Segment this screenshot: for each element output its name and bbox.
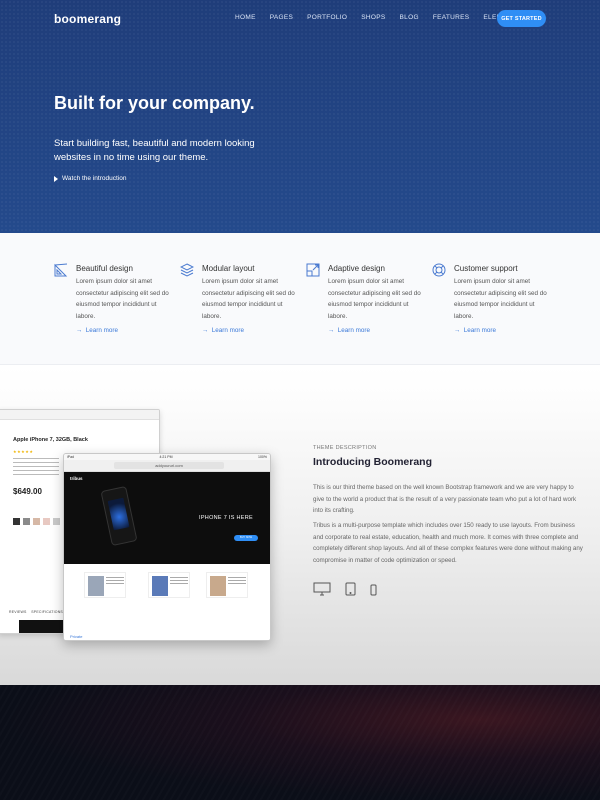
main-nav: HOME PAGES PORTFOLIO SHOPS BLOG FEATURES… xyxy=(235,14,535,21)
nav-pages[interactable]: PAGES xyxy=(270,14,293,21)
dark-background-section xyxy=(0,685,600,800)
intro-section: Apple iPhone 7, 32GB, Black ★★★★★ $649.0… xyxy=(0,365,600,685)
mock-product xyxy=(148,572,190,598)
mock-product xyxy=(84,572,126,598)
learn-more-link[interactable]: → Learn more xyxy=(76,327,118,334)
layers-icon xyxy=(180,263,194,277)
play-icon xyxy=(54,175,58,182)
desktop-icon xyxy=(313,582,331,596)
intro-paragraph-2: Tribus is a multi-purpose template which… xyxy=(313,522,583,564)
watch-intro-label: Watch the introduction xyxy=(62,175,127,182)
tablet-mockup: iPad 4:21 PM 100% addyoururl.com tribus … xyxy=(63,453,271,641)
section-label: THEME DESCRIPTION xyxy=(313,445,377,451)
learn-more-link[interactable]: → Learn more xyxy=(328,327,370,334)
feature-title: Adaptive design xyxy=(328,264,385,273)
watch-intro-link[interactable]: Watch the introduction xyxy=(54,175,126,182)
feature-title: Modular layout xyxy=(202,264,255,273)
device-icons xyxy=(313,582,377,596)
mock-description xyxy=(13,458,59,476)
learn-more-link[interactable]: → Learn more xyxy=(202,327,244,334)
phone-icon xyxy=(370,584,377,596)
mock-phone-image xyxy=(19,620,65,633)
color-swatch xyxy=(53,518,60,525)
mock-price: $649.00 xyxy=(13,487,42,496)
tablet-urlbar: addyoururl.com xyxy=(64,460,270,472)
color-swatch xyxy=(13,518,20,525)
mock-phone-icon xyxy=(100,485,138,547)
design-icon xyxy=(54,263,68,277)
feature-body: Lorem ipsum dolor sit amet consectetur a… xyxy=(202,278,295,320)
get-started-button[interactable]: GET STARTED xyxy=(497,10,546,27)
hero-subtitle: Start building fast, beautiful and moder… xyxy=(54,138,255,163)
support-icon xyxy=(432,263,446,277)
mock-buy-button: BUY NOW xyxy=(234,535,258,541)
mock-products: Private xyxy=(64,564,270,640)
nav-portfolio[interactable]: PORTFOLIO xyxy=(307,14,347,21)
color-swatch xyxy=(33,518,40,525)
hero-section: boomerang HOME PAGES PORTFOLIO SHOPS BLO… xyxy=(0,0,600,233)
feature-body: Lorem ipsum dolor sit amet consectetur a… xyxy=(328,278,421,320)
hero-title: Built for your company. xyxy=(54,93,255,113)
expand-icon xyxy=(306,263,320,277)
feature-body: Lorem ipsum dolor sit amet consectetur a… xyxy=(76,278,169,320)
nav-shops[interactable]: SHOPS xyxy=(361,14,385,21)
feature-title: Customer support xyxy=(454,264,518,273)
color-swatch xyxy=(43,518,50,525)
mock-tabs: REVIEWS SPECIFICATIONS xyxy=(9,610,63,614)
color-swatch xyxy=(23,518,30,525)
mock-footer-link: Private xyxy=(70,634,83,639)
intro-paragraph-1: This is our third theme based on the wel… xyxy=(313,484,577,515)
features-section: Beautiful design Lorem ipsum dolor sit a… xyxy=(0,233,600,365)
browser-bar xyxy=(0,410,159,420)
mock-brand: tribus xyxy=(70,476,83,481)
nav-features[interactable]: FEATURES xyxy=(433,14,470,21)
mock-product xyxy=(206,572,248,598)
mock-url: addyoururl.com xyxy=(114,462,224,469)
mock-headline: IPHONE 7 IS HERE xyxy=(199,515,254,521)
mock-dark-hero: tribus IPHONE 7 IS HERE BUY NOW xyxy=(64,472,270,564)
nav-home[interactable]: HOME xyxy=(235,14,256,21)
logo[interactable]: boomerang xyxy=(54,12,121,26)
learn-more-link[interactable]: → Learn more xyxy=(454,327,496,334)
nav-blog[interactable]: BLOG xyxy=(400,14,419,21)
rating-stars: ★★★★★ xyxy=(13,449,34,454)
tablet-icon xyxy=(345,582,356,596)
feature-title: Beautiful design xyxy=(76,264,133,273)
feature-body: Lorem ipsum dolor sit amet consectetur a… xyxy=(454,278,547,320)
mock-product-title: Apple iPhone 7, 32GB, Black xyxy=(13,437,88,443)
section-title: Introducing Boomerang xyxy=(313,456,432,468)
